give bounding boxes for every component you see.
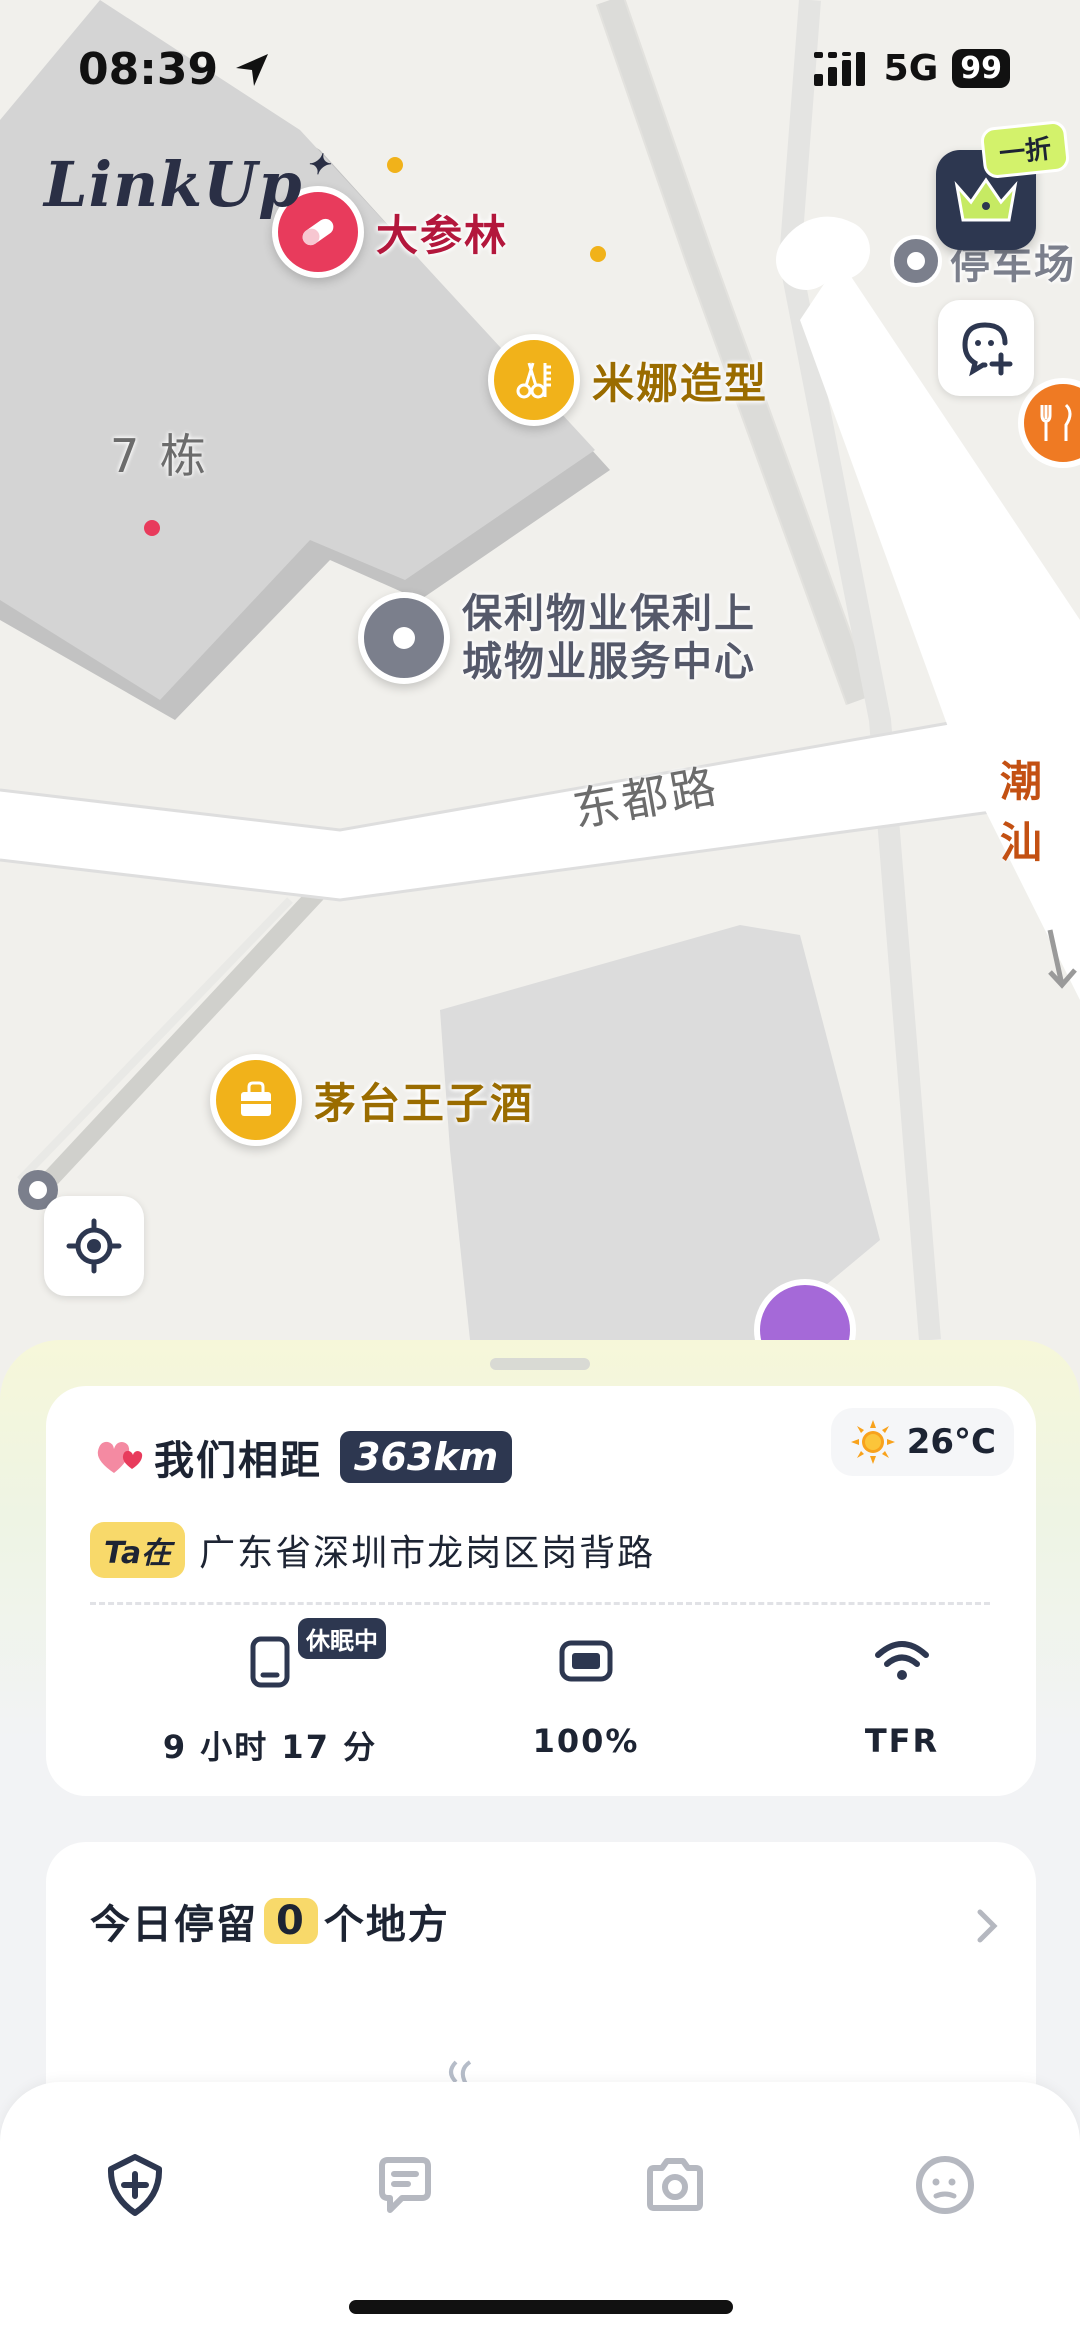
tab-profile[interactable] bbox=[900, 2140, 990, 2230]
stay-suffix: 个地方 bbox=[323, 1902, 450, 1948]
divider bbox=[90, 1602, 990, 1605]
stay-summary: 今日停留 0 个地方 bbox=[90, 1892, 450, 1950]
battery-metric: 100% bbox=[436, 1626, 736, 1760]
status-time: 08:39 bbox=[78, 44, 219, 95]
screen-time-value: 9 小时 17 分 bbox=[162, 1728, 378, 1766]
add-friend-button[interactable] bbox=[938, 300, 1034, 396]
sheet-drag-handle[interactable] bbox=[490, 1358, 590, 1370]
poi-label: 米娜造型 bbox=[592, 358, 769, 408]
shopping-bag-icon bbox=[210, 1054, 302, 1146]
crosshair-icon bbox=[66, 1218, 122, 1274]
stay-count: 0 bbox=[264, 1898, 318, 1944]
app-logo-text: LinkUp bbox=[44, 148, 303, 221]
fork-knife-icon bbox=[1040, 403, 1072, 441]
distance-label: 我们相距 bbox=[154, 1438, 322, 1484]
location-dot-icon bbox=[358, 592, 450, 684]
discount-badge[interactable]: 一折 bbox=[979, 119, 1071, 180]
camera-icon bbox=[647, 2158, 703, 2211]
add-user-icon bbox=[962, 322, 1013, 377]
chat-icon bbox=[379, 2157, 431, 2213]
wifi-icon bbox=[875, 1641, 929, 1680]
home-indicator[interactable] bbox=[349, 2300, 733, 2314]
distance-value: 363km bbox=[340, 1431, 513, 1483]
screen-time-metric: 休眠中 9 小时 17 分 bbox=[120, 1618, 420, 1768]
temperature: 26°C bbox=[906, 1422, 996, 1462]
sun-icon bbox=[850, 1420, 895, 1464]
weather-chip[interactable]: 26°C bbox=[830, 1408, 1014, 1476]
device-metrics: 休眠中 9 小时 17 分 100% TFR bbox=[46, 1618, 1036, 1776]
cellular-signal-icon bbox=[813, 51, 865, 86]
tab-home[interactable] bbox=[90, 2140, 180, 2230]
poi-label: 保利物业保利上 城物业服务中心 bbox=[462, 590, 756, 686]
battery-value: 100% bbox=[532, 1722, 640, 1760]
wifi-name: TFR bbox=[864, 1722, 940, 1760]
poi-property-office[interactable]: 保利物业保利上 城物业服务中心 bbox=[358, 590, 756, 686]
shield-plus-icon bbox=[107, 2154, 163, 2216]
battery-indicator: 99 bbox=[952, 49, 1010, 88]
distance-row: 我们相距 363km bbox=[94, 1428, 513, 1486]
poi-chaoshan-label[interactable]: 潮汕 bbox=[1000, 748, 1080, 870]
poi-pharmacy[interactable]: 大参林 bbox=[272, 186, 508, 278]
poi-label: 大参林 bbox=[376, 210, 509, 260]
locate-me-button[interactable] bbox=[44, 1196, 144, 1296]
app-logo: LinkUp ✦ bbox=[44, 148, 330, 221]
poi-label-line2: 城物业服务中心 bbox=[462, 639, 756, 685]
phone-icon bbox=[250, 1636, 290, 1688]
poi-label-line1: 保利物业保利上 bbox=[462, 591, 756, 637]
battery-icon bbox=[559, 1640, 613, 1682]
location-dot-icon bbox=[890, 235, 942, 287]
partner-location: 广东省深圳市龙岗区岗背路 bbox=[199, 1533, 656, 1574]
poi-label: 茅台王子酒 bbox=[314, 1078, 535, 1128]
poi-liquor-store[interactable]: 茅台王子酒 bbox=[210, 1054, 534, 1146]
building-label: 7 栋 bbox=[110, 429, 209, 483]
location-arrow-icon bbox=[236, 54, 268, 86]
scissors-icon bbox=[488, 334, 580, 426]
status-bar: 08:39 5G 99 bbox=[0, 0, 1080, 140]
hearts-icon bbox=[97, 1441, 143, 1473]
sparkle-icon: ✦ bbox=[306, 148, 331, 181]
network-type: 5G bbox=[883, 48, 939, 89]
crown-icon bbox=[954, 177, 1018, 222]
tab-camera[interactable] bbox=[630, 2140, 720, 2230]
stay-prefix: 今日停留 bbox=[90, 1902, 258, 1948]
poi-salon[interactable]: 米娜造型 bbox=[488, 334, 768, 426]
ta-location-badge: Ta在 bbox=[90, 1522, 186, 1578]
sleep-status-badge: 休眠中 bbox=[298, 1618, 386, 1659]
tab-bar bbox=[0, 2082, 1080, 2337]
location-row: Ta在 广东省深圳市龙岗区岗背路 bbox=[90, 1522, 655, 1578]
face-icon bbox=[916, 2156, 974, 2214]
tab-messages[interactable] bbox=[360, 2140, 450, 2230]
chevron-right-icon[interactable] bbox=[974, 1908, 1000, 1944]
wifi-metric: TFR bbox=[752, 1626, 1052, 1760]
distance-card[interactable]: 我们相距 363km 26°C Ta在 广东省深圳市龙岗区岗背路 休眠中 9 小… bbox=[46, 1386, 1036, 1796]
